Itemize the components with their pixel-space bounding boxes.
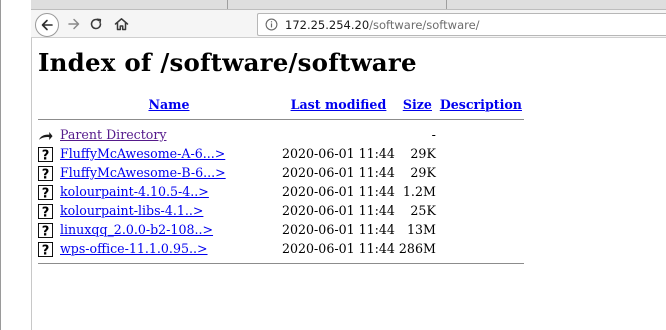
file-modified: 2020-06-01 11:44 xyxy=(282,203,395,218)
file-modified: 2020-06-01 11:44 xyxy=(282,146,395,161)
home-button[interactable] xyxy=(111,13,131,35)
file-link[interactable]: kolourpaint-4.10.5-4..> xyxy=(60,184,209,199)
sort-by-name-link[interactable]: Name xyxy=(148,97,189,112)
tab-strip xyxy=(31,0,666,10)
table-header-row: Name Last modified Size Description xyxy=(38,94,524,114)
icon-column-header xyxy=(38,94,58,114)
table-row: ? FluffyMcAwesome-A-6...> 2020-06-01 11:… xyxy=(38,144,524,163)
forward-button[interactable] xyxy=(65,13,83,35)
table-row: ? kolourpaint-libs-4.1..> 2020-06-01 11:… xyxy=(38,201,524,220)
svg-text:?: ? xyxy=(42,186,50,199)
file-size: 29K xyxy=(410,146,436,161)
file-size: 25K xyxy=(410,203,436,218)
back-button[interactable] xyxy=(35,13,59,37)
svg-text:?: ? xyxy=(42,224,50,237)
file-size: 286M xyxy=(398,241,436,256)
page-title: Index of /software/software xyxy=(38,48,417,77)
url-text[interactable]: 172.25.254.20/software/software/ xyxy=(285,18,480,32)
svg-text:?: ? xyxy=(42,205,50,218)
svg-text:?: ? xyxy=(42,167,50,180)
unknown-file-icon: ? xyxy=(38,222,53,238)
table-row: ? kolourpaint-4.10.5-4..> 2020-06-01 11:… xyxy=(38,182,524,201)
file-link[interactable]: wps-office-11.1.0.95..> xyxy=(60,241,208,256)
page-info-icon[interactable] xyxy=(263,18,279,31)
file-link[interactable]: FluffyMcAwesome-B-6...> xyxy=(60,165,226,180)
directory-listing-page: Index of /software/software Name Last mo… xyxy=(38,38,666,330)
table-row: ? linuxqq_2.0.0-b2-108..> 2020-06-01 11:… xyxy=(38,220,524,239)
file-size: 13M xyxy=(406,222,436,237)
unknown-file-icon: ? xyxy=(38,146,53,162)
sort-by-last-modified-link[interactable]: Last modified xyxy=(291,97,387,112)
footer-divider xyxy=(38,258,524,269)
file-link[interactable]: kolourpaint-libs-4.1..> xyxy=(60,203,203,218)
unknown-file-icon: ? xyxy=(38,203,53,219)
sort-by-description-link[interactable]: Description xyxy=(440,97,522,112)
reload-button[interactable] xyxy=(87,13,105,35)
address-bar[interactable]: 172.25.254.20/software/software/ xyxy=(257,13,666,36)
listing-table: Name Last modified Size Description Pare… xyxy=(38,94,524,269)
svg-text:?: ? xyxy=(42,243,50,256)
table-row: ? FluffyMcAwesome-B-6...> 2020-06-01 11:… xyxy=(38,163,524,182)
unknown-file-icon: ? xyxy=(38,241,53,257)
file-link[interactable]: FluffyMcAwesome-A-6...> xyxy=(60,146,225,161)
url-path: /software/software/ xyxy=(369,17,480,32)
svg-text:?: ? xyxy=(42,148,50,161)
sort-by-size-link[interactable]: Size xyxy=(403,97,432,112)
reload-icon xyxy=(90,18,102,30)
forward-arrow-icon xyxy=(68,18,80,30)
window-left-edge xyxy=(0,0,32,330)
file-modified: 2020-06-01 11:44 xyxy=(282,184,395,199)
back-arrow-icon xyxy=(38,131,53,140)
unknown-file-icon: ? xyxy=(38,184,53,200)
home-icon xyxy=(114,18,128,31)
file-modified: 2020-06-01 11:44 xyxy=(282,165,395,180)
header-divider xyxy=(38,114,524,125)
parent-size: - xyxy=(431,127,436,142)
parent-directory-link[interactable]: Parent Directory xyxy=(60,127,167,142)
file-modified: 2020-06-01 11:44 xyxy=(282,241,395,256)
file-modified: 2020-06-01 11:44 xyxy=(282,222,395,237)
navigation-toolbar: 172.25.254.20/software/software/ xyxy=(31,10,666,38)
file-link[interactable]: linuxqq_2.0.0-b2-108..> xyxy=(60,222,213,237)
table-row: ? wps-office-11.1.0.95..> 2020-06-01 11:… xyxy=(38,239,524,258)
file-size: 1.2M xyxy=(402,184,436,199)
file-size: 29K xyxy=(410,165,436,180)
unknown-file-icon: ? xyxy=(38,165,53,181)
url-host: 172.25.254.20 xyxy=(285,17,370,32)
back-arrow-icon xyxy=(41,19,53,31)
parent-directory-row: Parent Directory - xyxy=(38,125,524,144)
